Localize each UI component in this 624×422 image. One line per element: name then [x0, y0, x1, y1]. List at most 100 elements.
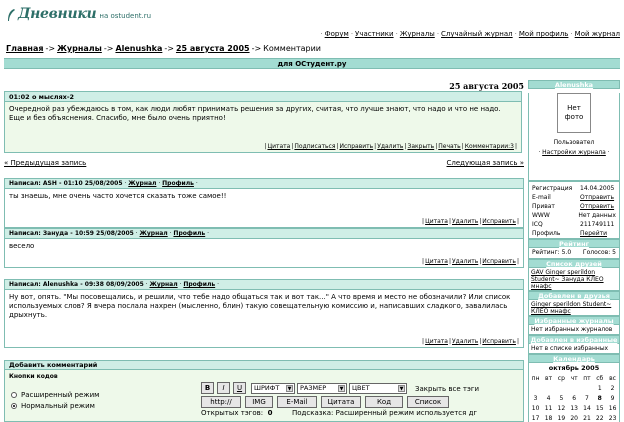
calendar-day[interactable]: 13	[568, 403, 581, 413]
action-link[interactable]: Удалить	[452, 258, 478, 265]
crumb-user[interactable]: Alenushka	[115, 44, 162, 53]
nav-separator: ·	[320, 30, 323, 38]
info-row: Регистрация 14.04.2005	[529, 184, 619, 193]
in-favorites-title[interactable]: Добавлен в избранные	[528, 335, 620, 344]
img-button[interactable]: IMG	[245, 396, 273, 408]
calendar-day[interactable]: 18	[542, 413, 555, 422]
crumb-home[interactable]: Главная	[6, 44, 43, 53]
action-link[interactable]: Удалить	[452, 218, 478, 225]
calendar-day[interactable]: 11	[542, 403, 555, 413]
comment-profile-link[interactable]: Профиль	[162, 180, 194, 187]
calendar-day[interactable]: 19	[555, 413, 568, 422]
action-link[interactable]: Цитата	[425, 338, 448, 345]
next-post-link[interactable]: Следующая запись »	[447, 159, 524, 167]
action-link[interactable]: Удалить	[452, 338, 478, 345]
prev-post-link[interactable]: « Предыдущая запись	[4, 159, 86, 167]
calendar-day[interactable]: 12	[555, 403, 568, 413]
user-info: Регистрация 14.04.2005 E-mail Отправить Прив…	[528, 181, 620, 239]
calendar-day[interactable]: 10	[529, 403, 542, 413]
calendar-day[interactable]: 20	[568, 413, 581, 422]
post-pager: « Предыдущая запись Следующая запись »	[4, 159, 524, 167]
crumb-date[interactable]: 25 августа 2005	[176, 44, 250, 53]
nav-link[interactable]: Журналы	[400, 30, 435, 38]
calendar-day[interactable]: 6	[568, 393, 581, 403]
bold-button[interactable]: B	[201, 382, 214, 394]
action-separator: |	[422, 338, 425, 345]
size-select[interactable]: РАЗМЕР ▼	[297, 383, 347, 394]
calendar-title[interactable]: Календарь	[528, 354, 620, 363]
comment-journal-link[interactable]: Журнал	[140, 230, 168, 237]
calendar-day[interactable]: 3	[529, 393, 542, 403]
list-button[interactable]: Список	[407, 396, 449, 408]
comment: Написал: Alenushka - 09:38 08/09/2005 · …	[4, 279, 524, 348]
action-link[interactable]: Цитата	[425, 218, 448, 225]
nav-link[interactable]: Мой журнал	[575, 30, 620, 38]
action-separator: |	[516, 258, 519, 265]
action-link[interactable]: Удалить	[377, 143, 403, 150]
banner[interactable]: для ОСтудент.ру	[4, 58, 620, 69]
action-link[interactable]: Печать	[438, 143, 460, 150]
comment-profile-link[interactable]: Профиль	[183, 281, 215, 288]
open-tags-status: Открытых тэгов: 0	[201, 409, 273, 417]
color-select[interactable]: ЦВЕТ ▼	[349, 383, 407, 394]
info-link[interactable]: Отправить	[580, 202, 616, 211]
mode-normal-radio[interactable]: Нормальный режим	[11, 402, 95, 410]
calendar-day[interactable]: 8	[593, 393, 606, 403]
info-link[interactable]: Отправить	[580, 193, 616, 202]
friends-title[interactable]: Список друзей	[528, 259, 620, 268]
action-link[interactable]: Исправить	[340, 143, 374, 150]
action-link[interactable]: Исправить	[482, 338, 516, 345]
calendar-day[interactable]: 2	[606, 383, 619, 393]
underline-button[interactable]: U	[233, 382, 246, 394]
italic-button[interactable]: I	[217, 382, 230, 394]
added-by-list[interactable]: Ginger sperildon Student~ КЛЕО мнафс	[528, 300, 620, 316]
calendar-day[interactable]: 9	[606, 393, 619, 403]
favorites-title[interactable]: Избранные журналы	[528, 316, 620, 325]
calendar-day[interactable]: 1	[593, 383, 606, 393]
action-link[interactable]: Цитата	[267, 143, 290, 150]
calendar-day[interactable]: 14	[581, 403, 594, 413]
mode-extended-radio[interactable]: Расширенный режим	[11, 391, 99, 399]
calendar-day[interactable]: 16	[606, 403, 619, 413]
email-button[interactable]: E-Mail	[277, 396, 317, 408]
rating-title: Рейтинг	[528, 239, 620, 248]
calendar-day[interactable]: 15	[593, 403, 606, 413]
action-link[interactable]: Закрыть	[407, 143, 434, 150]
calendar-day[interactable]: 22	[593, 413, 606, 422]
weekday-label: вт	[545, 374, 553, 382]
calendar-day[interactable]: 23	[606, 413, 619, 422]
info-row: ICQ 211749111	[529, 220, 619, 229]
url-button[interactable]: http://	[201, 396, 241, 408]
crumb-journals[interactable]: Журналы	[57, 44, 102, 53]
friends-list[interactable]: GAV Ginger sperildon Student~ Зануда КЛЕ…	[528, 268, 620, 291]
comment-journal-link[interactable]: Журнал	[128, 180, 156, 187]
nav-link[interactable]: Участники	[355, 30, 394, 38]
action-link[interactable]: Исправить	[482, 218, 516, 225]
nav-link[interactable]: Форум	[325, 30, 349, 38]
calendar-day[interactable]: 21	[581, 413, 594, 422]
sidebar-username[interactable]: Alenushka	[528, 80, 620, 89]
calendar-day[interactable]: 7	[581, 393, 594, 403]
action-link[interactable]: Подписаться	[294, 143, 335, 150]
avatar: Нет фото	[557, 93, 591, 133]
action-link[interactable]: Комментарии:3	[465, 143, 514, 150]
action-separator: |	[516, 218, 519, 225]
calendar-day[interactable]: 5	[555, 393, 568, 403]
action-link[interactable]: Цитата	[425, 258, 448, 265]
action-link[interactable]: Исправить	[482, 258, 516, 265]
code-button[interactable]: Код	[365, 396, 403, 408]
comment-journal-link[interactable]: Журнал	[149, 281, 177, 288]
calendar-day[interactable]: 17	[529, 413, 542, 422]
info-link[interactable]: Перейти	[580, 229, 616, 238]
calendar-day[interactable]: 4	[542, 393, 555, 403]
nav-link[interactable]: Мой профиль	[519, 30, 569, 38]
journal-settings-link[interactable]: · Настройки журнала ·	[529, 149, 619, 156]
quote-button[interactable]: Цитата	[321, 396, 361, 408]
nav-link[interactable]: Случайный журнал	[441, 30, 513, 38]
close-all-tags-link[interactable]: Закрыть все тэги	[415, 385, 479, 393]
site-logo[interactable]: Дневники на ostudent.ru	[6, 4, 151, 22]
added-by-title[interactable]: Добавлен в друзья	[528, 291, 620, 300]
action-separator: |	[479, 338, 482, 345]
comment-profile-link[interactable]: Профиль	[173, 230, 205, 237]
font-select[interactable]: ШРИФТ ▼	[251, 383, 295, 394]
